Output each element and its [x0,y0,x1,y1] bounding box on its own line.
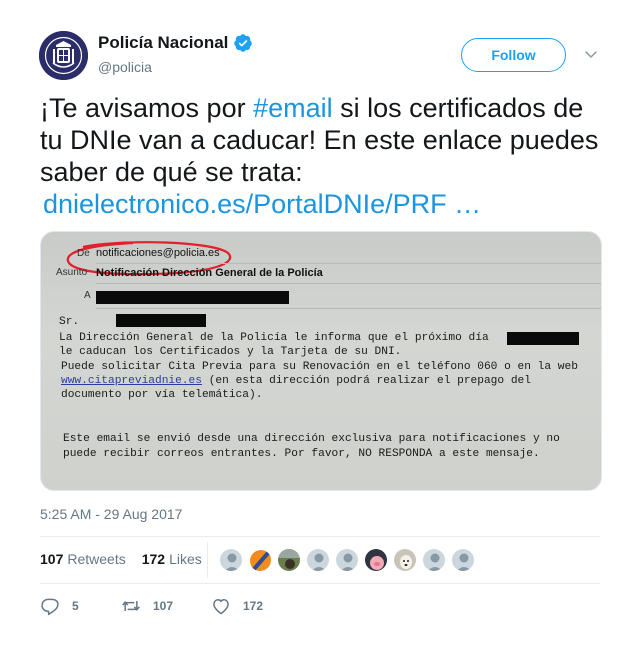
default-avatar-icon [452,549,474,571]
liker-avatar[interactable] [306,548,330,572]
tweet-text-start: ¡Te avisamos por [40,93,254,123]
stats-separator [207,542,208,578]
reply-button[interactable]: 5 [40,596,121,616]
redacted-date [507,332,579,345]
like-count: 172 [243,599,264,613]
retweets-count: 107 [40,551,64,567]
heart-icon [213,599,229,615]
body-line: Puede solicitar Cita Previa para su Reno… [61,361,578,373]
body-line: Este email se envió desde una dirección … [63,433,560,445]
follow-button[interactable]: Follow [461,38,566,72]
likes-stat[interactable]: 172 Likes [142,551,202,567]
tweet-timestamp[interactable]: 5:25 AM - 29 Aug 2017 [40,506,182,522]
retweet-icon [122,601,140,611]
profile-avatar[interactable] [39,31,88,80]
body-link: www.citapreviadnie.es [61,375,202,387]
tweet-actions: 5 107 172 [40,596,263,616]
account-name-row[interactable]: Policía Nacional [98,33,253,53]
like-button[interactable]: 172 [211,596,263,616]
liker-avatar[interactable] [335,548,359,572]
tweet-card: Policía Nacional @policia Follow ¡Te avi… [0,0,640,645]
liker-avatar[interactable] [219,548,243,572]
tweet-stats: 107 Retweets 172 Likes [40,551,218,567]
retweets-stat[interactable]: 107 Retweets [40,551,126,567]
hashtag-link[interactable]: #email [253,93,333,123]
reply-icon [41,598,59,616]
likes-count: 172 [141,551,166,567]
pig-avatar-icon [365,549,387,571]
police-emblem-icon [39,31,88,80]
retweet-count: 107 [153,599,174,613]
liker-avatar[interactable] [393,548,417,572]
body-line: le caducan los Certificados y la Tarjeta… [59,346,402,358]
subject-label: Asunto [56,267,88,278]
liker-avatar[interactable] [451,548,475,572]
body-line: (en esta dirección podrá realizar el pre… [202,375,531,387]
default-avatar-icon [220,549,242,571]
retweets-label: Retweets [67,551,126,567]
retweet-button[interactable]: 107 [121,596,211,616]
header-separator [96,263,601,264]
divider [40,583,600,584]
default-avatar-icon [307,549,329,571]
body-line: Sr. [59,316,80,328]
header-separator [96,283,601,284]
likes-label: Likes [169,551,202,567]
body-line: puede recibir correos entrantes. Por fav… [63,448,540,460]
liker-avatars [219,548,480,572]
default-avatar-icon [423,549,445,571]
tweet-url-link[interactable]: dnielectronico.es/PortalDNIe/PRF … [43,188,610,220]
redacted-recipient [96,291,289,304]
liker-avatar[interactable] [422,548,446,572]
orange-logo-icon [249,549,271,571]
to-label: A [84,290,91,301]
account-handle[interactable]: @policia [98,59,152,75]
divider [40,536,600,537]
header-separator [96,308,601,309]
display-name[interactable]: Policía Nacional [98,33,228,53]
liker-avatar[interactable] [248,548,272,572]
body-line: La Dirección General de la Policía le in… [59,332,489,344]
from-value: notificaciones@policia.es [96,247,220,259]
default-avatar-icon [336,549,358,571]
email-screenshot: De notificaciones@policia.es Asunto Noti… [41,232,601,490]
from-label: De [77,248,90,259]
liker-avatar[interactable] [277,548,301,572]
redacted-name [116,314,206,327]
dog-avatar-icon [394,549,416,571]
subject-value: Notificación Dirección General de la Pol… [96,267,323,279]
reply-count: 5 [72,599,79,613]
body-line-link-row: www.citapreviadnie.es (en esta dirección… [61,375,531,387]
tweet-photo[interactable]: De notificaciones@policia.es Asunto Noti… [40,231,602,491]
landscape-photo-icon [278,549,300,571]
chevron-down-icon[interactable] [583,46,599,62]
tweet-text: ¡Te avisamos por #email si los certifica… [40,92,610,220]
liker-avatar[interactable] [364,548,388,572]
verified-badge-icon [234,34,253,52]
body-line: documento por vía telemática). [61,389,263,401]
